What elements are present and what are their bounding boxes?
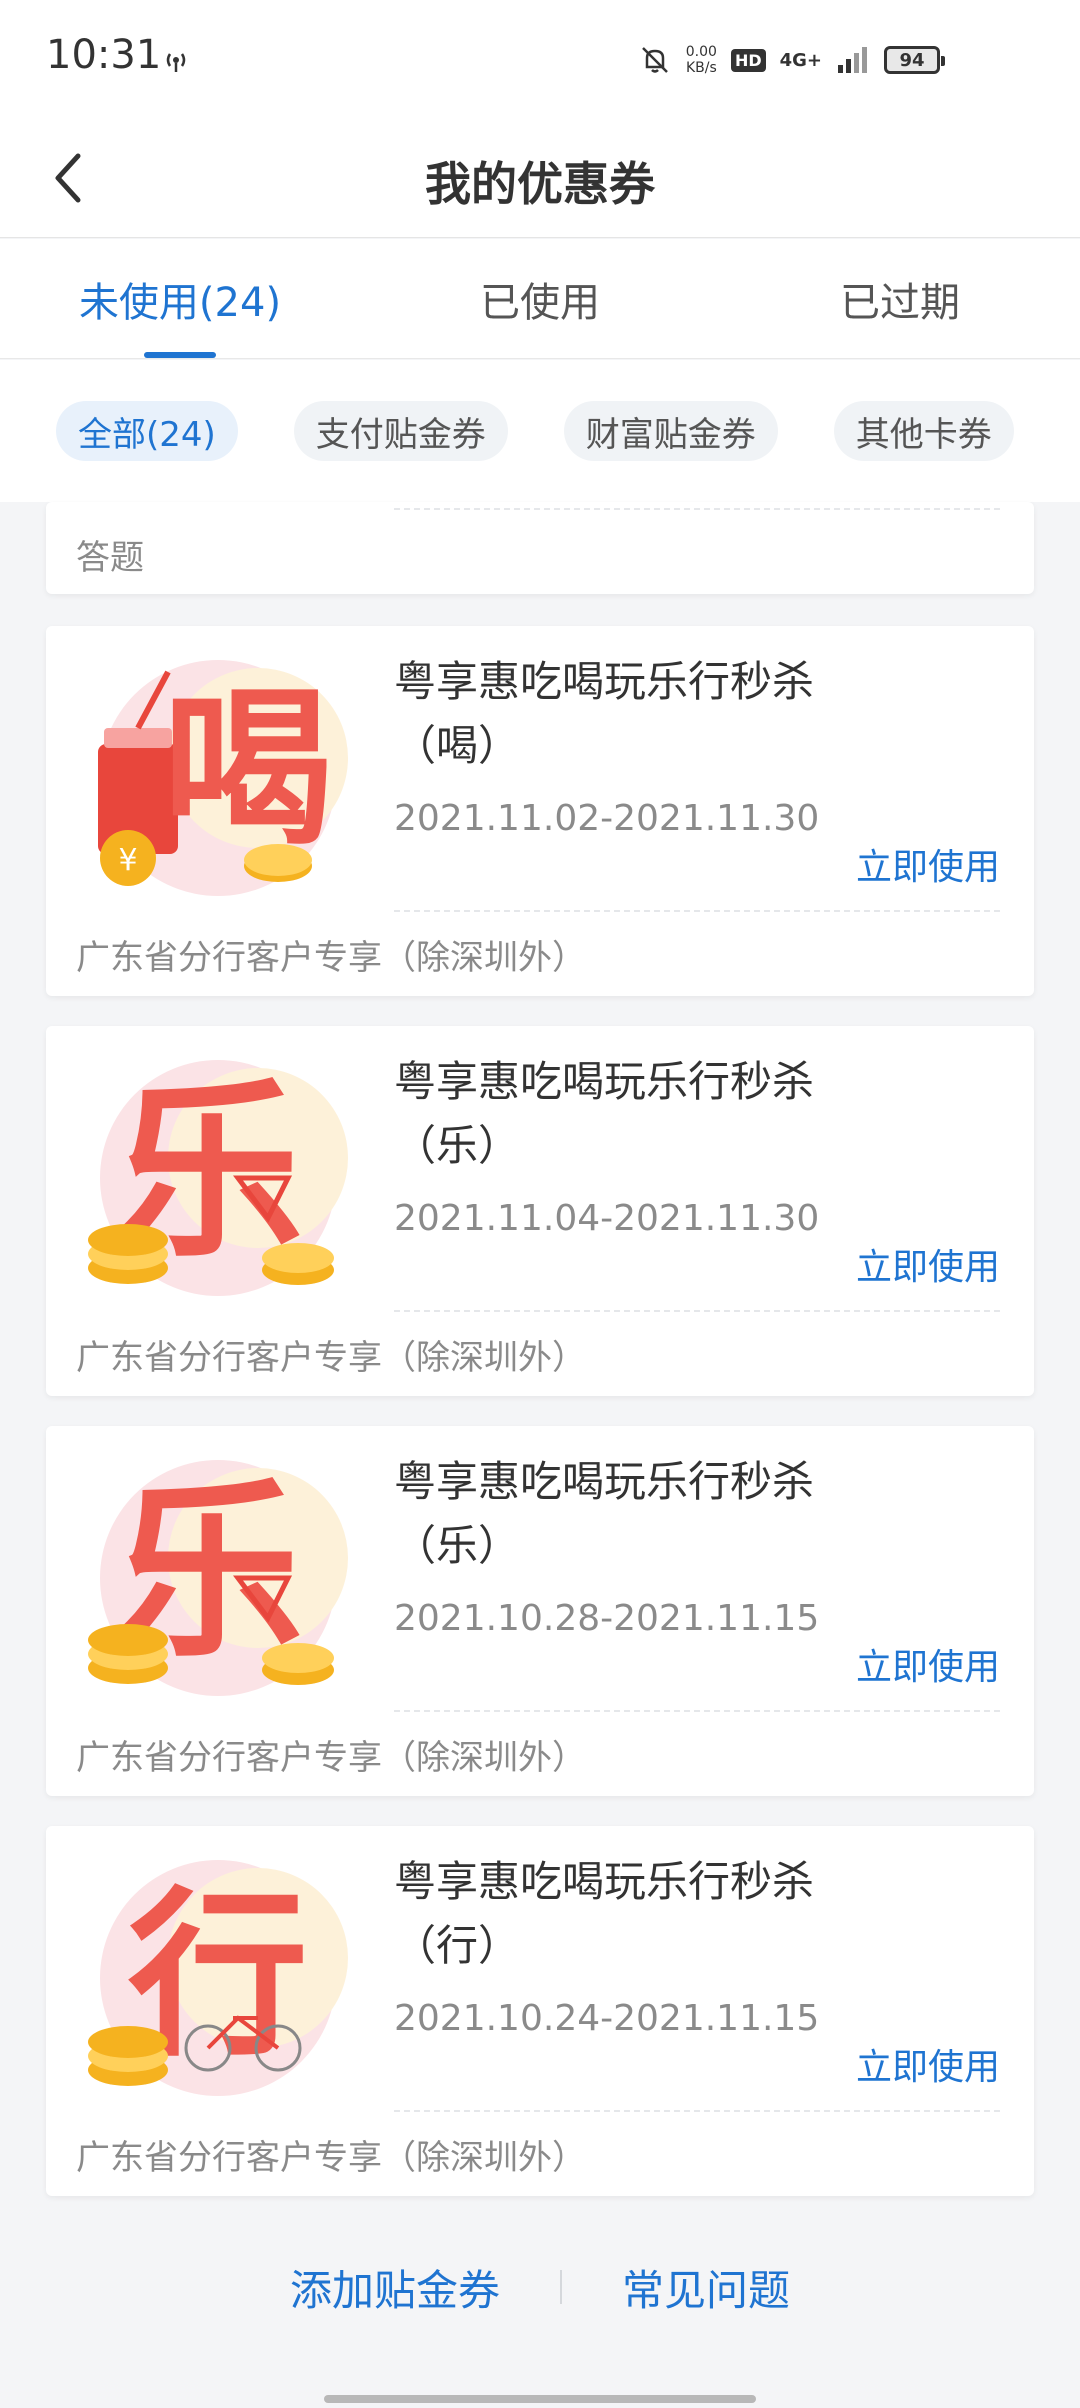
card-divider	[394, 910, 1000, 912]
speed-value: 0.00	[685, 44, 717, 60]
tab-used-label: 已使用	[480, 279, 600, 326]
coupon-title: 粤享惠吃喝玩乐行秒杀 （乐）	[394, 1450, 954, 1578]
faq-link[interactable]: 常见问题	[622, 2257, 790, 2318]
cell-signal-icon	[838, 47, 867, 73]
status-indicators: 0.00 KB/s HD 4G+ 94	[638, 36, 945, 84]
coupon-title-line2: （乐）	[394, 1121, 521, 1170]
coupon-title: 粤享惠吃喝玩乐行秒杀 （行）	[394, 1850, 954, 1978]
filter-chip-payment[interactable]: 支付贴金券	[293, 401, 508, 461]
page-title: 我的优惠券	[425, 157, 655, 211]
tab-unused[interactable]: 未使用(24)	[0, 239, 360, 358]
coupon-fun-image: 乐	[88, 1060, 348, 1296]
coupon-drink-image: 喝 ¥	[98, 660, 348, 896]
bell-muted-icon	[641, 47, 668, 73]
use-now-button[interactable]: 立即使用	[856, 1638, 1000, 1690]
filter-chips: 全部(24) 支付贴金券 财富贴金券 其他卡券	[0, 360, 1080, 502]
coupon-scope: 广东省分行客户专享（除深圳外）	[76, 1338, 586, 1378]
tab-bar: 未使用(24) 已使用 已过期	[0, 239, 1080, 359]
coupon-validity: 2021.10.24-2021.11.15	[394, 1998, 820, 2039]
coupon-scope: 广东省分行客户专享（除深圳外）	[76, 1738, 586, 1778]
svg-text:¥: ¥	[118, 843, 137, 878]
coupon-fun-image: 乐	[88, 1460, 348, 1696]
header: 我的优惠券	[0, 120, 1080, 238]
tab-active-indicator	[144, 352, 216, 358]
coupon-card-partial[interactable]: 答题	[46, 502, 1034, 594]
network-type: 4G+	[779, 49, 822, 71]
battery-level: 94	[899, 49, 925, 71]
wireless-signal-icon	[166, 53, 186, 72]
coupon-validity: 2021.11.02-2021.11.30	[394, 798, 820, 839]
coupon-validity: 2021.10.28-2021.11.15	[394, 1598, 820, 1639]
hd-badge: HD	[730, 48, 766, 72]
network-speed: 0.00 KB/s	[686, 44, 717, 76]
coupon-card[interactable]: 喝 ¥ 粤享惠吃喝玩乐行秒杀 （喝） 2021.11.02-2021.11.30…	[46, 626, 1034, 996]
home-indicator[interactable]	[324, 2395, 756, 2403]
card-divider	[394, 508, 1000, 510]
status-time: 10:31	[46, 32, 162, 78]
footer-links: 添加贴金券 常见问题	[0, 2254, 1080, 2320]
footer-divider	[560, 2270, 562, 2304]
coupon-title-line2: （喝）	[394, 721, 521, 770]
coupon-travel-image: 行	[88, 1860, 348, 2096]
use-now-button[interactable]: 立即使用	[856, 838, 1000, 890]
coupon-card[interactable]: 行 粤享惠吃喝玩乐行秒杀 （行） 2021.10.24-2021.11.15 立…	[46, 1826, 1034, 2196]
use-now-button[interactable]: 立即使用	[856, 2038, 1000, 2090]
coupon-scope: 广东省分行客户专享（除深圳外）	[76, 938, 586, 978]
coupon-title-line1: 粤享惠吃喝玩乐行秒杀	[394, 657, 815, 706]
battery-icon: 94	[884, 46, 945, 74]
tab-unused-label: 未使用(24)	[78, 279, 282, 326]
coupon-glyph: 喝	[163, 671, 333, 869]
tab-used[interactable]: 已使用	[360, 239, 720, 358]
card-divider	[394, 1310, 1000, 1312]
coupon-card[interactable]: 乐 粤享惠吃喝玩乐行秒杀 （乐） 2021.11.04-2021.11.30 立…	[46, 1026, 1034, 1396]
coupon-title-line2: （乐）	[394, 1521, 521, 1570]
coupon-validity: 2021.11.04-2021.11.30	[394, 1198, 820, 1239]
coupon-title-line1: 粤享惠吃喝玩乐行秒杀	[394, 1457, 815, 1506]
card-divider	[394, 2110, 1000, 2112]
coupon-title: 粤享惠吃喝玩乐行秒杀 （喝）	[394, 650, 954, 778]
coupon-scope: 答题	[76, 538, 144, 578]
coupon-title-line1: 粤享惠吃喝玩乐行秒杀	[394, 1057, 815, 1106]
add-coupon-link[interactable]: 添加贴金券	[290, 2257, 500, 2318]
tab-expired[interactable]: 已过期	[720, 239, 1080, 358]
card-divider	[394, 1710, 1000, 1712]
use-now-button[interactable]: 立即使用	[856, 1238, 1000, 1290]
status-bar: 10:31 0.00 KB/s HD 4G+ 94	[0, 0, 1080, 120]
tab-expired-label: 已过期	[840, 279, 960, 326]
coupon-card[interactable]: 乐 粤享惠吃喝玩乐行秒杀 （乐） 2021.10.28-2021.11.15 立…	[46, 1426, 1034, 1796]
filter-chip-other[interactable]: 其他卡券	[833, 401, 1014, 461]
filter-chip-all[interactable]: 全部(24)	[56, 401, 238, 461]
coupon-title: 粤享惠吃喝玩乐行秒杀 （乐）	[394, 1050, 954, 1178]
coupon-title-line1: 粤享惠吃喝玩乐行秒杀	[394, 1857, 815, 1906]
speed-unit: KB/s	[685, 60, 717, 76]
coupon-title-line2: （行）	[394, 1921, 521, 1970]
coupon-scope: 广东省分行客户专享（除深圳外）	[76, 2138, 586, 2178]
filter-chip-wealth[interactable]: 财富贴金券	[563, 401, 778, 461]
